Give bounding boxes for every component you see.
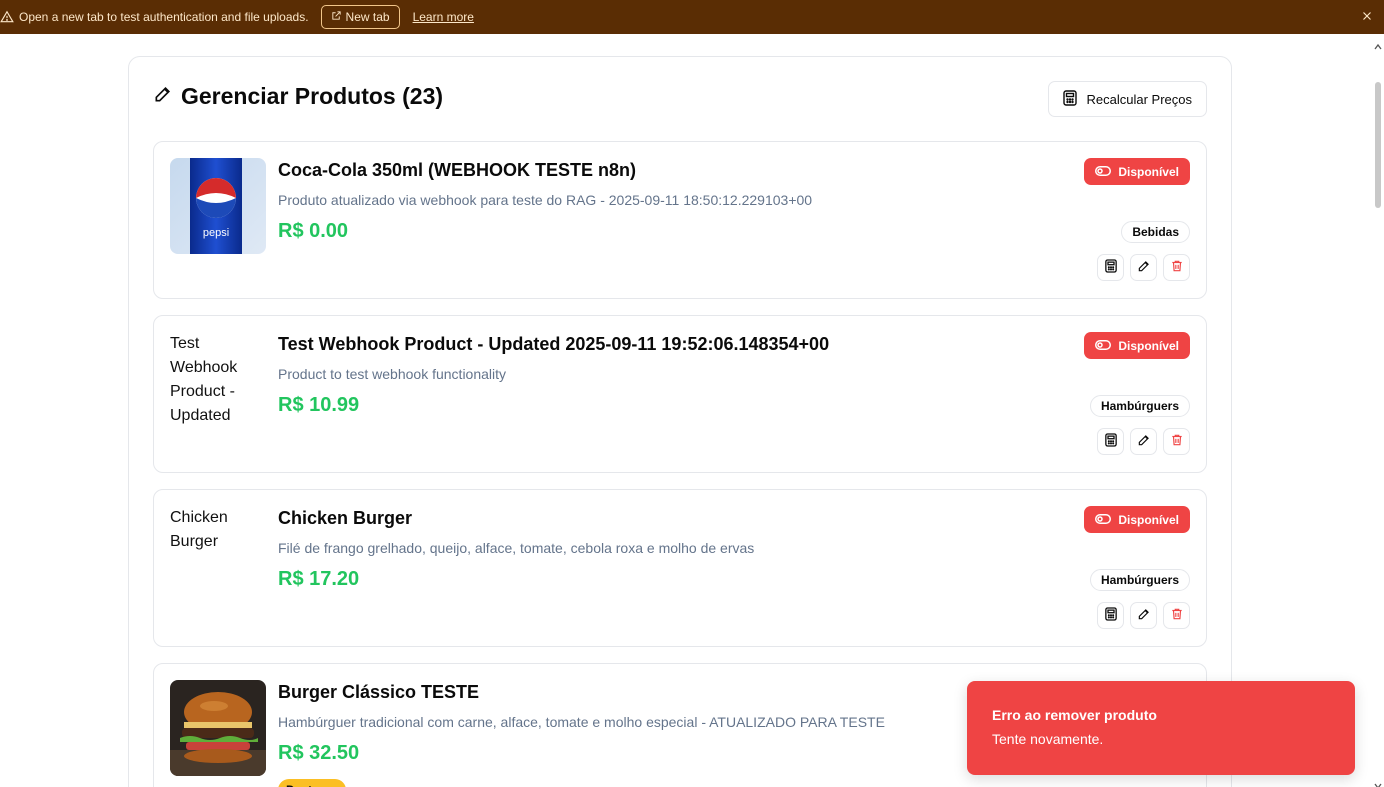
svg-text:pepsi: pepsi [203,227,229,239]
page-title: Gerenciar Produtos (23) [181,83,444,109]
recalculate-label: Recalcular Preços [1086,91,1193,107]
close-icon[interactable] [1360,9,1374,23]
product-actions [1097,254,1190,281]
scroll-up-icon[interactable] [1374,38,1382,50]
trash-icon [1170,259,1184,276]
calculator-icon [1062,89,1077,109]
external-link-icon [331,10,342,24]
delete-product-button[interactable] [1163,254,1190,281]
notice-banner: Open a new tab to test authentication an… [0,0,1384,34]
edit-product-button[interactable] [1130,254,1157,281]
new-tab-button[interactable]: New tab [320,5,400,29]
product-description: Product to test webhook functionality [278,366,507,382]
product-card: Test Webhook Product - Updated Test Webh… [153,315,1207,473]
toggle-icon [1095,339,1112,353]
toast-description: Tente novamente. [992,731,1104,747]
pencil-icon [153,84,173,109]
scroll-down-icon[interactable] [1374,777,1382,787]
product-description: Hambúrguer tradicional com carne, alface… [278,714,885,730]
error-toast[interactable]: Erro ao remover produto Tente novamente. [967,681,1355,775]
category-badge: Bebidas [1121,221,1190,243]
broken-product-image: Test Webhook Product - Updated [170,335,238,424]
calculator-icon [1104,433,1117,450]
warning-icon [0,10,14,24]
product-name: Burger Clássico TESTE [278,682,480,702]
pencil-icon [1137,259,1151,276]
product-name: Test Webhook Product - Updated 2025-09-1… [278,334,830,354]
panel-header: Gerenciar Produtos (23) [153,83,443,110]
status-label: Disponível [1118,338,1179,353]
status-label: Disponível [1118,164,1179,179]
toast-title: Erro ao remover produto [992,707,1157,723]
recalculate-prices-button[interactable]: Recalcular Preços [1047,81,1207,117]
edit-product-button[interactable] [1130,602,1157,629]
trash-icon [1170,433,1184,450]
availability-toggle[interactable]: Disponível [1084,158,1190,185]
product-actions [1097,602,1190,629]
availability-toggle[interactable]: Disponível [1084,506,1190,533]
trash-icon [1170,607,1184,624]
product-image: pepsi [170,158,266,254]
product-card: pepsi Coca-Cola 350ml (WEBHOOK TESTE n8n… [153,141,1207,299]
category-badge: Hambúrguers [1089,395,1190,417]
recalculate-product-button[interactable] [1097,602,1124,629]
pencil-icon [1137,607,1151,624]
delete-product-button[interactable] [1163,602,1190,629]
scrollbar-thumb[interactable] [1375,82,1381,208]
calculator-icon [1104,607,1117,624]
product-card: Chicken Burger Chicken Burger Filé de fr… [153,489,1207,647]
toggle-icon [1095,513,1112,527]
recalculate-product-button[interactable] [1097,254,1124,281]
availability-toggle[interactable]: Disponível [1084,332,1190,359]
new-tab-label: New tab [345,10,390,24]
pencil-icon [1137,433,1151,450]
category-badge: Hambúrguers [1089,569,1190,591]
product-name: Chicken Burger [278,508,413,528]
status-label: Disponível [1118,512,1179,527]
edit-product-button[interactable] [1130,428,1157,455]
banner-message: Open a new tab to test authentication an… [19,10,309,24]
recalculate-product-button[interactable] [1097,428,1124,455]
product-price: R$ 10.99 [278,394,360,416]
learn-more-link[interactable]: Learn more [413,10,474,24]
product-price: R$ 0.00 [278,220,349,242]
product-description: Filé de frango grelhado, queijo, alface,… [278,540,755,556]
product-price: R$ 32.50 [278,742,360,764]
product-name: Coca-Cola 350ml (WEBHOOK TESTE n8n) [278,160,637,180]
featured-badge: Destaque [278,779,346,787]
calculator-icon [1104,259,1117,276]
product-description: Produto atualizado via webhook para test… [278,192,813,208]
product-price: R$ 17.20 [278,568,360,590]
product-actions [1097,428,1190,455]
toggle-icon [1095,165,1112,179]
delete-product-button[interactable] [1163,428,1190,455]
product-image [170,680,266,776]
broken-product-image: Chicken Burger [170,509,228,550]
